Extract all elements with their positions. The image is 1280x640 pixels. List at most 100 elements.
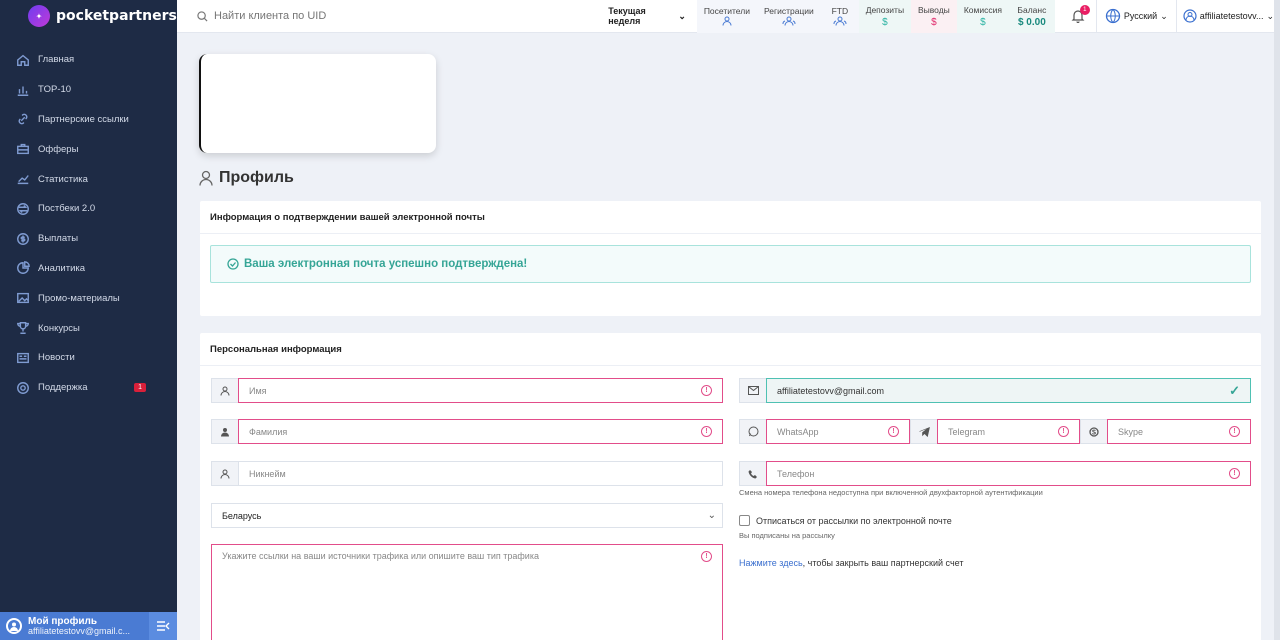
warning-icon: ! <box>701 551 712 562</box>
sidebar-item-label: Главная <box>38 54 75 66</box>
main-content: Профиль Информация о подтверждении вашей… <box>199 54 1261 640</box>
logo[interactable]: ✦ pocketpartners <box>0 0 177 32</box>
sidebar-item-label: Поддержка <box>38 382 88 394</box>
skype-input[interactable]: Skype! <box>1107 419 1251 444</box>
bar-chart-icon <box>17 86 29 96</box>
nickname-input[interactable]: Никнейм <box>238 461 723 486</box>
sidebar-item-contests[interactable]: Конкурсы <box>0 313 177 343</box>
sidebar-item-label: Постбеки 2.0 <box>38 203 96 215</box>
user-menu-dropdown[interactable]: affiliatetestovv... ⌄ <box>1177 9 1274 23</box>
sidebar-item-news[interactable]: Новости <box>0 343 177 373</box>
personal-info-card: Персональная информация Имя! Фамилия! Ни… <box>200 333 1261 640</box>
stat-label: FTD <box>831 6 849 16</box>
whatsapp-placeholder: WhatsApp <box>777 426 819 437</box>
sidebar-item-label: Конкурсы <box>38 322 80 334</box>
notification-count: 1 <box>1079 5 1090 15</box>
link-icon <box>18 114 28 125</box>
stat-commission[interactable]: Комиссия $ <box>956 0 1009 33</box>
brand-name: pocketpartners <box>56 8 177 24</box>
stat-registrations[interactable]: Регистрации <box>756 0 821 33</box>
country-value: Беларусь <box>222 510 262 521</box>
sidebar-nav: Главная TOP-10 Партнерские ссылки Офферы… <box>0 45 177 403</box>
stat-deposits[interactable]: Депозиты $ <box>858 0 911 33</box>
close-account-line: Нажмите здесь, чтобы закрыть ваш партнер… <box>739 558 963 568</box>
email-input[interactable]: affiliatetestovv@gmail.com ✓ <box>766 378 1251 403</box>
country-select[interactable]: Беларусь ⌄ <box>211 503 723 528</box>
sidebar-item-home[interactable]: Главная <box>0 45 177 75</box>
sidebar-item-payouts[interactable]: Выплаты <box>0 224 177 254</box>
sidebar-item-top10[interactable]: TOP-10 <box>0 75 177 105</box>
skype-icon <box>1080 419 1107 444</box>
avatar-icon <box>6 617 22 634</box>
stat-value: $ <box>882 16 888 28</box>
my-profile-email: affiliatetestovv@gmail.c... <box>28 626 131 636</box>
sidebar-item-support[interactable]: Поддержка 1 <box>0 373 177 403</box>
language-dropdown[interactable]: Русский ⌄ <box>1095 0 1177 33</box>
user-circle-icon <box>1183 9 1197 23</box>
home-icon <box>17 54 29 66</box>
news-icon <box>17 352 29 363</box>
email-value: affiliatetestovv@gmail.com <box>777 385 885 396</box>
my-profile-link[interactable]: Мой профиль affiliatetestovv@gmail.c... <box>0 616 149 637</box>
user-icon <box>722 16 732 26</box>
sidebar-item-promo[interactable]: Промо-материалы <box>0 283 177 313</box>
period-dropdown[interactable]: Текущая неделя ⌄ <box>608 6 686 26</box>
stat-withdrawals[interactable]: Выводы $ <box>910 0 957 33</box>
phone-hint: Смена номера телефона недоступна при вкл… <box>739 488 1043 497</box>
period-label: Текущая неделя <box>608 6 646 26</box>
phone-placeholder: Телефон <box>777 468 815 479</box>
stat-balance[interactable]: Баланс $ 0.00 <box>1008 0 1055 33</box>
my-profile-title: Мой профиль <box>28 615 98 627</box>
last-name-field: Фамилия! <box>211 419 723 444</box>
search-icon <box>197 10 208 22</box>
topbar: Текущая неделя ⌄ Посетители Регистрации … <box>177 0 1274 33</box>
telegram-input[interactable]: Telegram! <box>937 419 1080 444</box>
globe-icon <box>1105 8 1120 24</box>
whatsapp-icon <box>739 419 766 444</box>
sidebar-item-label: Промо-материалы <box>38 292 120 304</box>
traffic-sources-textarea[interactable]: Укажите ссылки на ваши источники трафика… <box>211 544 723 640</box>
sidebar-item-analytics[interactable]: Аналитика <box>0 254 177 284</box>
phone-icon <box>739 461 766 486</box>
whatsapp-input[interactable]: WhatsApp! <box>766 419 910 444</box>
sidebar-item-offers[interactable]: Офферы <box>0 134 177 164</box>
check-circle-icon <box>227 258 239 270</box>
stat-ftd[interactable]: FTD <box>820 0 859 33</box>
close-account-link[interactable]: Нажмите здесь <box>739 558 803 568</box>
personal-card-title: Персональная информация <box>200 333 1261 366</box>
personal-info-form: Имя! Фамилия! Никнейм Беларусь ⌄ Укажите… <box>200 366 1261 640</box>
users-icon <box>782 16 796 26</box>
my-profile-bar[interactable]: Мой профиль affiliatetestovv@gmail.c... <box>0 612 177 640</box>
last-name-input[interactable]: Фамилия! <box>238 419 723 444</box>
first-name-input[interactable]: Имя! <box>238 378 723 403</box>
sidebar-item-label: Аналитика <box>38 262 86 274</box>
notifications-button[interactable]: 1 <box>1061 5 1096 23</box>
sidebar-item-postbacks[interactable]: Постбеки 2.0 <box>0 194 177 224</box>
page-scrollbar[interactable] <box>1274 0 1280 640</box>
phone-input[interactable]: Телефон! <box>766 461 1251 486</box>
sidebar-item-statistics[interactable]: Статистика <box>0 164 177 194</box>
telegram-placeholder: Telegram <box>948 426 986 437</box>
unsubscribe-label: Отписаться от рассылки по электронной по… <box>756 515 952 526</box>
promo-banner[interactable] <box>199 54 436 153</box>
collapse-sidebar-button[interactable] <box>149 612 177 640</box>
stat-value: $ 0.00 <box>1017 16 1046 28</box>
stat-visitors[interactable]: Посетители <box>696 0 757 33</box>
checkmark-icon: ✓ <box>1229 382 1240 398</box>
user-icon <box>211 461 238 486</box>
sidebar-item-label: Новости <box>38 352 75 364</box>
unsubscribe-checkbox[interactable] <box>739 515 750 526</box>
skype-placeholder: Skype <box>1118 426 1144 437</box>
sidebar-item-label: TOP-10 <box>38 84 72 96</box>
chevron-down-icon: ⌄ <box>1160 10 1168 21</box>
warning-icon: ! <box>701 426 712 437</box>
sidebar-item-links[interactable]: Партнерские ссылки <box>0 105 177 135</box>
email-confirmation-card: Информация о подтверждении вашей электро… <box>200 201 1261 316</box>
uid-search-input[interactable] <box>214 10 514 22</box>
last-name-placeholder: Фамилия <box>249 426 288 437</box>
collapse-menu-icon <box>157 621 170 631</box>
phone-field: Телефон! <box>739 461 1251 486</box>
user-filled-icon <box>211 419 238 444</box>
warning-icon: ! <box>888 426 899 437</box>
unsubscribe-checkbox-row[interactable]: Отписаться от рассылки по электронной по… <box>739 515 952 526</box>
